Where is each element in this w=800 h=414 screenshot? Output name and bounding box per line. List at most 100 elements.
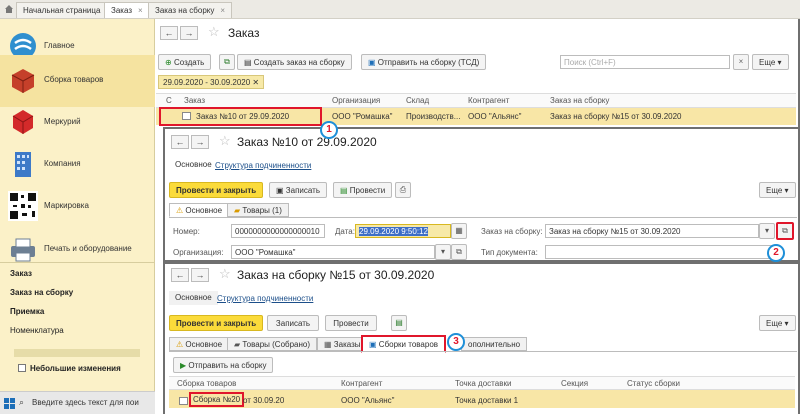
doc-type-label: Тип документа:: [481, 248, 538, 257]
print-icon[interactable]: ⎙: [395, 182, 411, 198]
more-button[interactable]: Еще ▾: [752, 54, 789, 70]
table-icon: ▦: [324, 340, 332, 349]
taskbar-search[interactable]: ⌕ Введите здесь текст для пои: [0, 391, 155, 414]
sidebar-link-assembly-order[interactable]: Заказ на сборку: [10, 288, 73, 297]
send-to-assembly-button[interactable]: ▣ Отправить на сборку (ТСД): [361, 54, 487, 70]
post-icon[interactable]: ▤: [391, 315, 407, 331]
col-header-status[interactable]: Статус сборки: [627, 379, 680, 388]
create-assembly-order-button[interactable]: ▤ Создать заказ на сборку: [237, 54, 352, 70]
calendar-icon[interactable]: ▦: [451, 223, 467, 239]
sidebar-link-nomenclature[interactable]: Номенклатура: [10, 326, 64, 335]
subtab-additional[interactable]: ополнительно: [461, 337, 528, 351]
tab-label: Заказы: [333, 340, 361, 349]
post-button[interactable]: Провести: [325, 315, 377, 331]
tab-structure[interactable]: Структура подчиненности: [215, 161, 311, 170]
open-link-icon[interactable]: ⧉: [776, 222, 794, 240]
assembly-order-window: ← → ☆ Заказ на сборку №15 от 30.09.2020 …: [163, 262, 800, 414]
save-button[interactable]: Записать: [267, 315, 319, 331]
scroll-track[interactable]: [14, 349, 140, 357]
cell-contractor: ООО "Альянс": [468, 112, 522, 121]
cell-assembly-link[interactable]: Сборка №20: [189, 392, 245, 407]
document-icon: [179, 397, 188, 405]
back-button[interactable]: ←: [171, 268, 189, 282]
more-button[interactable]: Еще ▾: [759, 182, 796, 198]
col-header-contractor[interactable]: Контрагент: [468, 96, 509, 105]
subtab-underline: [169, 351, 797, 352]
col-header-order[interactable]: Заказ: [184, 96, 205, 105]
button-label: Создать: [173, 58, 205, 67]
col-header-assembly[interactable]: Сборка товаров: [177, 379, 236, 388]
open-link-icon[interactable]: ⧉: [451, 244, 467, 260]
subtab-main[interactable]: ⚠ Основное: [169, 337, 230, 351]
cell-order: Заказ №10 от 29.09.2020: [196, 112, 290, 121]
taskbar-search-text: Введите здесь текст для пои: [32, 398, 139, 407]
favorite-star-icon[interactable]: ☆: [208, 24, 220, 40]
col-header-delivery-point[interactable]: Точка доставки: [455, 379, 511, 388]
send-to-assembly-button[interactable]: ▶ Отправить на сборку: [173, 357, 274, 373]
subtab-orders[interactable]: ▦ Заказы: [317, 337, 368, 351]
warning-icon: ⚠: [176, 206, 184, 215]
organization-field[interactable]: ООО "Ромашка": [231, 245, 435, 259]
col-header-status[interactable]: С: [166, 96, 172, 105]
date-field[interactable]: 29.09.2020 9:50:12: [355, 224, 451, 238]
post-and-close-button[interactable]: Провести и закрыть: [169, 315, 263, 331]
period-filter[interactable]: 29.09.2020 - 30.09.2020 ✕: [158, 75, 265, 89]
tab-order[interactable]: Заказ ×: [104, 2, 150, 18]
more-button[interactable]: Еще ▾: [759, 315, 796, 331]
windows-icon[interactable]: [4, 398, 15, 409]
close-icon[interactable]: ×: [138, 6, 143, 15]
doc-type-field[interactable]: [545, 245, 775, 259]
subtab-main[interactable]: ⚠ Основное: [169, 203, 230, 217]
cell-assembly-order: Заказ на сборку №15 от 30.09.2020: [550, 112, 682, 121]
col-header-organization[interactable]: Организация: [332, 96, 380, 105]
tab-home[interactable]: Начальная страница: [16, 2, 108, 18]
step-marker-1: 1: [320, 121, 338, 139]
dropdown-icon[interactable]: ▾: [759, 223, 775, 239]
col-header-contractor[interactable]: Контрагент: [341, 379, 382, 388]
search-clear-button[interactable]: ×: [733, 54, 749, 70]
search-input[interactable]: Поиск (Ctrl+F): [560, 55, 730, 69]
subtab-goods-collected[interactable]: ▰ Товары (Собрано): [227, 337, 318, 351]
post-button[interactable]: ▤ Провести: [333, 182, 393, 198]
forward-button[interactable]: →: [191, 135, 209, 149]
subtab-goods[interactable]: ▰ Товары (1): [227, 203, 289, 217]
sidebar-item-label: Печать и оборудование: [44, 244, 132, 253]
forward-button[interactable]: →: [180, 26, 198, 40]
cube-icon: [8, 107, 38, 137]
small-changes-checkbox[interactable]: [18, 364, 26, 372]
tab-label: ополнительно: [468, 340, 521, 349]
document-icon: [182, 112, 191, 120]
dropdown-icon[interactable]: ▾: [435, 244, 451, 260]
page-title: Заказ на сборку №15 от 30.09.2020: [237, 268, 435, 282]
cell-delivery-point: Точка доставки 1: [455, 396, 519, 405]
home-icon[interactable]: [4, 4, 14, 14]
save-button[interactable]: ▣ Записать: [269, 182, 327, 198]
favorite-star-icon[interactable]: ☆: [219, 266, 231, 282]
sidebar-link-order[interactable]: Заказ: [10, 269, 32, 278]
button-label: Записать: [285, 186, 320, 195]
tab-main[interactable]: Основное: [169, 158, 218, 172]
assembly-order-field[interactable]: Заказ на сборку №15 от 30.09.2020: [545, 224, 759, 238]
favorite-star-icon[interactable]: ☆: [219, 133, 231, 149]
copy-icon[interactable]: ⧉: [219, 54, 235, 70]
tab-assembly-order[interactable]: Заказ на сборку ×: [148, 2, 233, 18]
sidebar-link-receiving[interactable]: Приемка: [10, 307, 44, 316]
post-and-close-button[interactable]: Провести и закрыть: [169, 182, 263, 198]
back-button[interactable]: ←: [171, 135, 189, 149]
tab-main[interactable]: Основное: [169, 291, 218, 305]
create-button[interactable]: ⊕ Создать: [158, 54, 212, 70]
col-header-assembly-order[interactable]: Заказ на сборку: [550, 96, 609, 105]
col-header-section[interactable]: Секция: [561, 379, 588, 388]
tab-structure[interactable]: Структура подчиненности: [217, 294, 313, 303]
close-icon[interactable]: ×: [220, 6, 225, 15]
col-header-warehouse[interactable]: Склад: [406, 96, 429, 105]
close-icon[interactable]: ✕: [252, 78, 259, 87]
number-field[interactable]: 0000000000000000010: [231, 224, 325, 238]
back-button[interactable]: ←: [160, 26, 178, 40]
date-label: Дата:: [335, 227, 355, 236]
forward-button[interactable]: →: [191, 268, 209, 282]
tab-label: Основное: [185, 340, 223, 349]
button-label: Провести: [349, 186, 386, 195]
scanner-icon: ▣: [368, 58, 376, 67]
date-value: 29.09.2020 9:50:12: [359, 227, 428, 236]
